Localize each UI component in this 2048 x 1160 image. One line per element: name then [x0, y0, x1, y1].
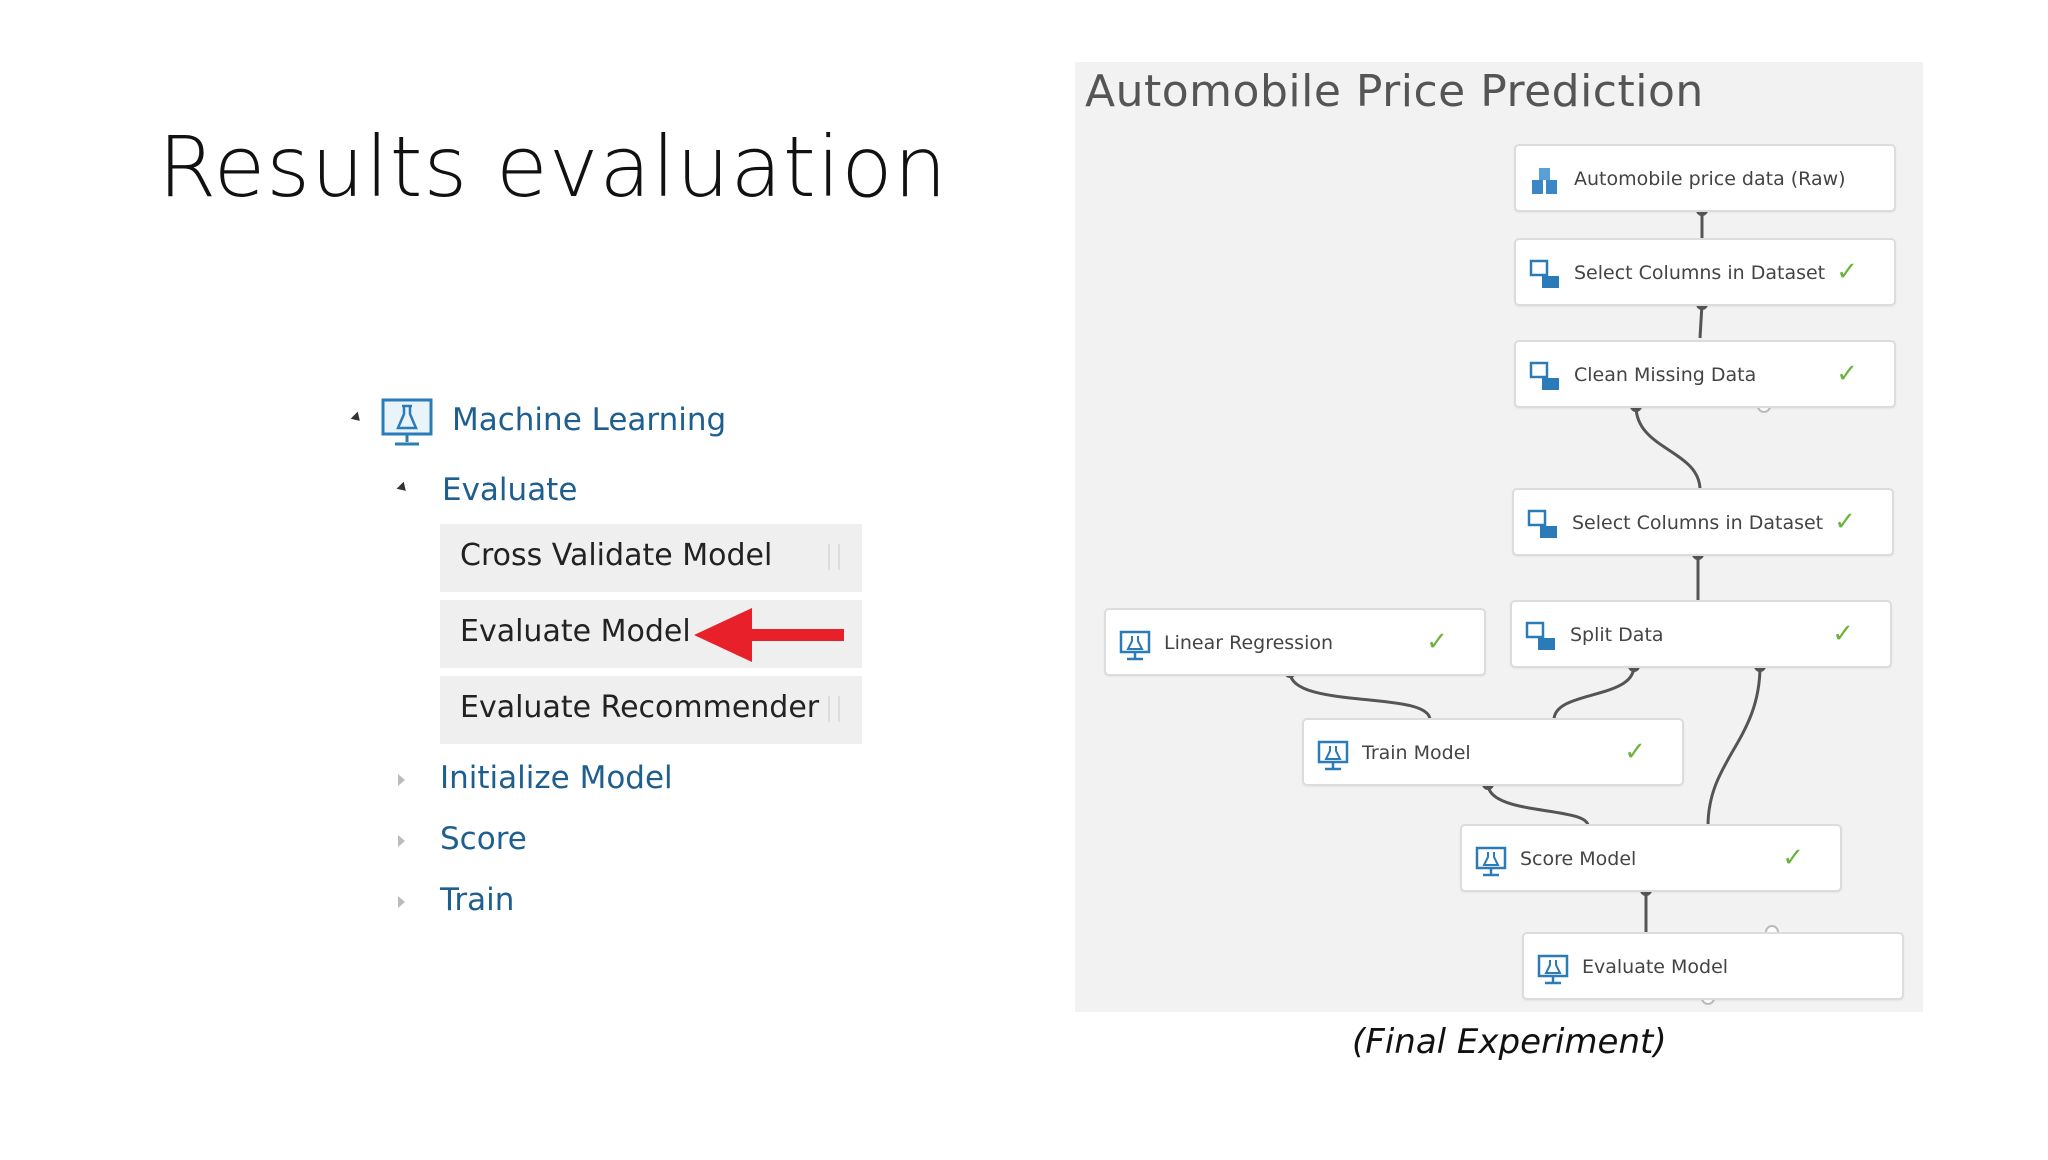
node-score-model[interactable]: Score Model ✓	[1460, 824, 1842, 892]
transform-icon	[1525, 621, 1555, 650]
node-label: Score Model	[1520, 848, 1637, 870]
ml-module-icon	[1537, 954, 1569, 985]
figure-caption: (Final Experiment)	[1352, 1022, 1667, 1062]
ml-module-icon	[1475, 846, 1507, 877]
check-icon: ✓	[1836, 256, 1858, 286]
edge-split-to-score	[1706, 665, 1762, 827]
node-linear-regression[interactable]: Linear Regression ✓	[1104, 608, 1486, 676]
edge-clean-to-select2	[1634, 405, 1702, 491]
node-label: Split Data	[1570, 624, 1664, 646]
transform-icon	[1529, 259, 1559, 288]
check-icon: ✓	[1836, 358, 1858, 388]
check-icon: ✓	[1624, 736, 1646, 766]
node-select-columns-2[interactable]: Select Columns in Dataset ✓	[1512, 488, 1894, 556]
edge-lr-to-train	[1288, 671, 1432, 721]
node-label: Select Columns in Dataset	[1574, 262, 1826, 284]
node-clean-missing-data[interactable]: Clean Missing Data ✓	[1514, 340, 1896, 408]
node-label: Clean Missing Data	[1574, 364, 1757, 386]
node-evaluate-model[interactable]: Evaluate Model	[1522, 932, 1904, 1000]
check-icon: ✓	[1832, 618, 1854, 648]
transform-icon	[1527, 509, 1557, 538]
node-label: Train Model	[1362, 742, 1471, 764]
node-automobile-price-data[interactable]: Automobile price data (Raw)	[1514, 144, 1896, 212]
node-label: Automobile price data (Raw)	[1574, 168, 1846, 190]
node-label: Select Columns in Dataset	[1572, 512, 1824, 534]
node-label: Linear Regression	[1164, 632, 1334, 654]
node-select-columns-1[interactable]: Select Columns in Dataset ✓	[1514, 238, 1896, 306]
transform-icon	[1529, 361, 1559, 390]
ml-module-icon	[1317, 740, 1349, 771]
dataset-icon	[1532, 168, 1557, 194]
node-split-data[interactable]: Split Data ✓	[1510, 600, 1892, 668]
node-train-model[interactable]: Train Model ✓	[1302, 718, 1684, 786]
edge-split-to-train	[1552, 665, 1636, 721]
edge-train-to-score	[1486, 783, 1590, 827]
ml-module-icon	[1119, 630, 1151, 661]
check-icon: ✓	[1426, 626, 1448, 656]
node-label: Evaluate Model	[1582, 956, 1729, 978]
check-icon: ✓	[1834, 506, 1856, 536]
check-icon: ✓	[1782, 842, 1804, 872]
